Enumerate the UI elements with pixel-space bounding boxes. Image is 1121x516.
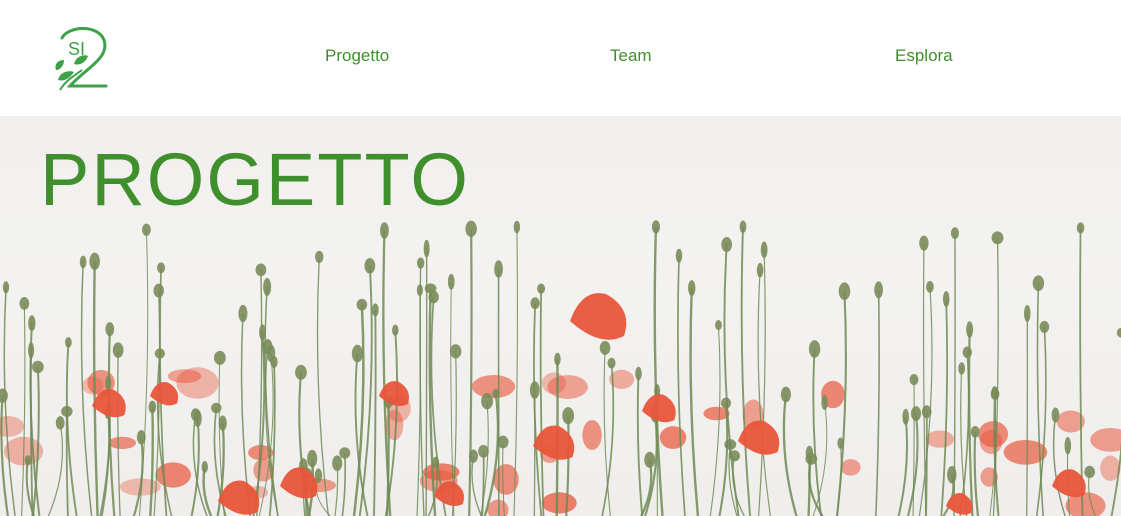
site-header: SI Progetto Team Esplora <box>0 0 1121 116</box>
leaf-logo-icon: SI <box>55 27 108 91</box>
logo[interactable]: SI <box>50 24 112 96</box>
nav-link-progetto[interactable]: Progetto <box>325 46 389 66</box>
hero-section: PROGETTO <box>0 116 1121 516</box>
nav-link-team[interactable]: Team <box>610 46 652 66</box>
nav-link-esplora[interactable]: Esplora <box>895 46 953 66</box>
page-title: PROGETTO <box>40 138 470 221</box>
